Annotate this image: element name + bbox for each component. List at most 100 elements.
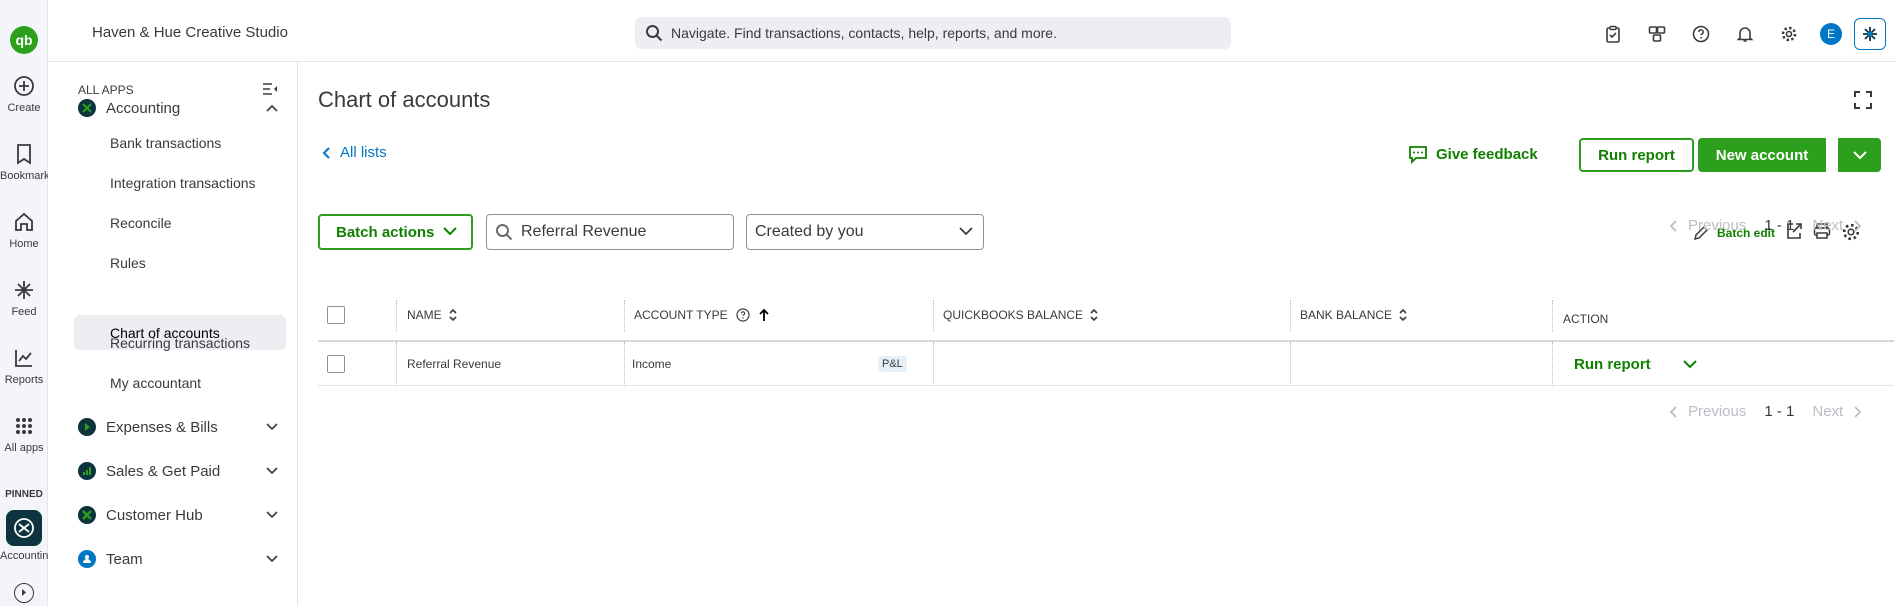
sidebar-item-recurring-transactions[interactable]: Recurring transactions — [74, 325, 286, 360]
app-sidebar: ALL APPS Accounting Bank transactions In… — [48, 62, 298, 606]
rail-reports[interactable]: Reports — [0, 346, 48, 386]
sidebar-item-integration-transactions[interactable]: Integration transactions — [74, 165, 286, 200]
created-by-select[interactable]: Created by you — [746, 214, 984, 250]
batch-actions-button[interactable]: Batch actions — [318, 214, 473, 250]
sidebar-section-label: Expenses & Bills — [106, 418, 218, 436]
header-action-label: ACTION — [1563, 312, 1609, 326]
select-all-checkbox-cell — [327, 290, 345, 340]
sidebar-section-team[interactable]: Team — [78, 550, 278, 568]
apps-switch-button[interactable] — [1644, 21, 1670, 47]
pinned-label: PINNED — [5, 489, 43, 500]
bookmark-icon — [17, 144, 31, 165]
row-account-name[interactable]: Referral Revenue — [407, 342, 501, 385]
page-title: Chart of accounts — [318, 87, 491, 112]
rail-create[interactable]: Create — [0, 74, 48, 114]
rail-bookmarks[interactable]: Bookmarks — [0, 142, 55, 182]
account-filter-field[interactable] — [521, 223, 721, 241]
rail-expand-button[interactable] — [14, 583, 34, 603]
notifications-button[interactable] — [1732, 21, 1758, 47]
chevron-left-icon — [322, 146, 330, 159]
sidebar-section-expenses[interactable]: Expenses & Bills — [78, 418, 278, 436]
sidebar-section-sales[interactable]: Sales & Get Paid — [78, 462, 278, 480]
company-name[interactable]: Haven & Hue Creative Studio — [92, 24, 288, 41]
select-all-checkbox[interactable] — [327, 306, 345, 324]
sidebar-section-customer-hub[interactable]: Customer Hub — [78, 506, 278, 524]
sort-ascending-icon — [758, 308, 769, 321]
chevron-down-icon[interactable] — [1682, 359, 1697, 369]
sidebar-item-label: My accountant — [110, 374, 202, 391]
header-bank-balance-label: BANK BALANCE — [1300, 308, 1393, 322]
chevron-down-icon — [266, 555, 278, 563]
team-icon — [78, 550, 96, 568]
plus-circle-icon — [14, 76, 34, 96]
pager-next[interactable]: Next — [1812, 403, 1863, 420]
search-icon — [646, 25, 663, 42]
rail-feed[interactable]: Feed — [0, 278, 48, 318]
bell-icon — [1736, 27, 1754, 42]
ai-assistant-button[interactable] — [1854, 18, 1886, 50]
sidebar-section-label: Sales & Get Paid — [106, 462, 221, 480]
chevron-down-icon — [266, 423, 278, 431]
chevron-up-icon — [266, 104, 278, 112]
feedback-label: Give feedback — [1436, 145, 1538, 163]
help-button[interactable] — [1688, 21, 1714, 47]
pinned-accounting-app[interactable] — [6, 510, 42, 546]
rail-label: Home — [9, 238, 39, 250]
sidebar-item-bank-transactions[interactable]: Bank transactions — [74, 125, 286, 160]
tasks-button[interactable] — [1600, 21, 1626, 47]
chevron-right-icon — [1854, 405, 1862, 418]
column-divider — [396, 300, 397, 332]
rail-all-apps[interactable]: All apps — [0, 414, 48, 454]
chevron-right-icon — [22, 589, 26, 596]
header-account-type[interactable]: ACCOUNT TYPE — [634, 290, 770, 340]
header-name[interactable]: NAME — [407, 290, 458, 340]
chart-line-icon — [15, 350, 32, 367]
column-divider — [1552, 342, 1553, 386]
column-divider — [933, 342, 934, 386]
sidebar-item-my-accountant[interactable]: My accountant — [74, 365, 286, 400]
home-icon — [15, 212, 33, 231]
sidebar-section-accounting[interactable]: Accounting — [78, 99, 278, 117]
sidebar-item-rules[interactable]: Rules — [74, 245, 286, 280]
all-lists-link[interactable]: All lists — [320, 144, 387, 161]
new-account-button[interactable]: New account — [1698, 138, 1826, 172]
row-run-report[interactable]: Run report — [1574, 342, 1697, 386]
run-report-button[interactable]: Run report — [1579, 138, 1694, 172]
sidebar-section-label: Accounting — [106, 99, 181, 117]
expenses-icon — [78, 418, 96, 436]
pager-previous-label: Previous — [1688, 403, 1747, 420]
quickbooks-logo[interactable]: qb — [10, 26, 38, 54]
new-account-dropdown[interactable] — [1837, 138, 1881, 172]
table-row: Referral Revenue Income P&L Run report — [318, 342, 1894, 386]
sort-icon — [1090, 308, 1098, 322]
rail-home[interactable]: Home — [0, 210, 48, 250]
expand-icon — [1854, 91, 1872, 109]
pager-previous[interactable]: Previous — [1668, 217, 1746, 234]
pager-next-label: Next — [1812, 403, 1844, 420]
give-feedback-link[interactable]: Give feedback — [1408, 144, 1538, 164]
column-divider — [1290, 300, 1291, 332]
row-checkbox[interactable] — [327, 354, 345, 373]
global-search[interactable]: Navigate. Find transactions, contacts, h… — [635, 17, 1231, 49]
account-filter-input[interactable] — [486, 214, 734, 250]
collapse-menu-icon — [263, 83, 277, 95]
all-lists-label: All lists — [340, 144, 387, 161]
chevron-down-icon — [959, 227, 973, 236]
row-account-type: Income — [632, 356, 672, 371]
sidebar-item-reconcile[interactable]: Reconcile — [74, 205, 286, 240]
info-icon — [735, 308, 750, 322]
pager-next[interactable]: Next — [1812, 217, 1863, 234]
fullscreen-button[interactable] — [1853, 90, 1873, 115]
sidebar-item-label: Integration transactions — [110, 174, 256, 191]
chevron-left-icon — [1669, 405, 1677, 418]
header-quickbooks-balance[interactable]: QUICKBOOKS BALANCE — [943, 290, 1099, 340]
header-bank-balance[interactable]: BANK BALANCE — [1300, 290, 1408, 340]
settings-button[interactable] — [1776, 21, 1802, 47]
user-avatar[interactable]: E — [1820, 23, 1842, 45]
sidebar-header: ALL APPS — [78, 83, 134, 97]
chevron-down-icon — [443, 227, 457, 236]
pager-previous[interactable]: Previous — [1668, 403, 1746, 420]
chevron-right-icon — [1854, 219, 1862, 232]
top-icons: E — [1582, 18, 1896, 50]
feedback-icon — [1409, 146, 1427, 164]
